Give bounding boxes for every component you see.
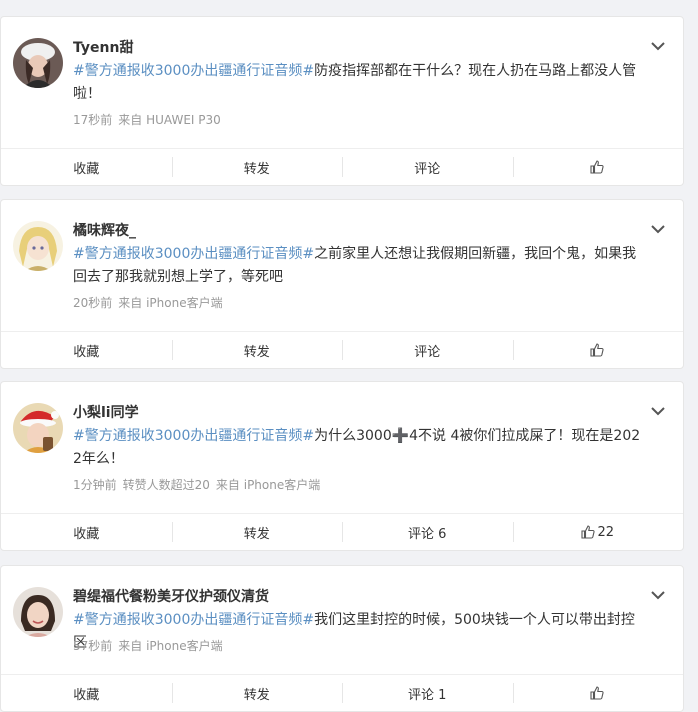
- avatar-anime-blonde-icon: [13, 221, 63, 271]
- comment-button[interactable]: 评论 1: [342, 675, 513, 711]
- action-bar: 收藏 转发 评论 1: [1, 674, 683, 711]
- forward-button[interactable]: 转发: [171, 514, 343, 550]
- avatar-girl-smiling-icon: [13, 587, 63, 637]
- thumbs-up-icon: [590, 686, 604, 700]
- username[interactable]: Tyenn甜: [73, 37, 133, 57]
- action-bar: 收藏 转发 评论: [1, 331, 683, 368]
- like-button[interactable]: 22: [512, 514, 684, 550]
- post-card: 橘味辉夜_ #警方通报收3000办出疆通行证音频#之前家里人还想让我假期回新疆，…: [0, 199, 684, 369]
- post-text: #警方通报收3000办出疆通行证音频#防疫指挥部都在干什么？现在人扔在马路上都没…: [73, 60, 645, 106]
- username[interactable]: 碧缇福代餐粉美牙仪护颈仪清货: [73, 586, 269, 606]
- chevron-down-icon[interactable]: [649, 402, 667, 420]
- username[interactable]: 小梨li同学: [73, 402, 139, 422]
- post-card: 碧缇福代餐粉美牙仪护颈仪清货 #警方通报收3000办出疆通行证音频#我们这里封控…: [0, 565, 684, 712]
- post-meta: 1分钟前 转赞人数超过20 来自 iPhone客户端: [73, 476, 326, 493]
- avatar[interactable]: [13, 221, 63, 271]
- avatar-girl-santa-hat-icon: [13, 403, 63, 453]
- post-time[interactable]: 20秒前: [73, 296, 112, 310]
- comment-button[interactable]: 评论 6: [342, 514, 513, 550]
- avatar[interactable]: [13, 587, 63, 637]
- post-text: #警方通报收3000办出疆通行证音频#为什么3000➕4不说 4被你们拉成屎了！…: [73, 425, 645, 471]
- repost-stat: 转赞人数超过20: [122, 478, 210, 492]
- like-button[interactable]: [512, 332, 684, 368]
- post-time[interactable]: 1分钟前: [73, 478, 117, 492]
- post-source: 来自 iPhone客户端: [118, 296, 223, 310]
- forward-button[interactable]: 转发: [171, 332, 343, 368]
- post-meta: 17秒前 来自 HUAWEI P30: [73, 111, 227, 128]
- avatar[interactable]: [13, 38, 63, 88]
- favorite-button[interactable]: 收藏: [1, 149, 172, 185]
- thumbs-up-icon: [590, 160, 604, 174]
- chevron-down-icon[interactable]: [649, 220, 667, 238]
- post-source: 来自 HUAWEI P30: [118, 113, 221, 127]
- weibo-feed: Tyenn甜 #警方通报收3000办出疆通行证音频#防疫指挥部都在干什么？现在人…: [0, 0, 698, 712]
- username[interactable]: 橘味辉夜_: [73, 220, 136, 240]
- action-bar: 收藏 转发 评论: [1, 148, 683, 185]
- thumbs-up-icon: [590, 343, 604, 357]
- comment-button[interactable]: 评论: [342, 149, 513, 185]
- comment-button[interactable]: 评论: [342, 332, 513, 368]
- post-meta: 57秒前 来自 iPhone客户端: [73, 637, 229, 654]
- like-button[interactable]: [512, 149, 684, 185]
- post-time[interactable]: 17秒前: [73, 113, 112, 127]
- chevron-down-icon[interactable]: [649, 586, 667, 604]
- hashtag-link[interactable]: #警方通报收3000办出疆通行证音频#: [73, 428, 314, 444]
- post-meta: 20秒前 来自 iPhone客户端: [73, 294, 229, 311]
- like-button[interactable]: [512, 675, 684, 711]
- like-count: 22: [597, 524, 615, 540]
- forward-button[interactable]: 转发: [171, 675, 343, 711]
- hashtag-link[interactable]: #警方通报收3000办出疆通行证音频#: [73, 246, 314, 262]
- hashtag-link[interactable]: #警方通报收3000办出疆通行证音频#: [73, 63, 314, 79]
- hashtag-link[interactable]: #警方通报收3000办出疆通行证音频#: [73, 612, 314, 628]
- post-time[interactable]: 57秒前: [73, 639, 112, 653]
- post-source: 来自 iPhone客户端: [118, 639, 223, 653]
- chevron-down-icon[interactable]: [649, 37, 667, 55]
- avatar-girl-white-hat-icon: [13, 38, 63, 88]
- favorite-button[interactable]: 收藏: [1, 675, 172, 711]
- post-card: 小梨li同学 #警方通报收3000办出疆通行证音频#为什么3000➕4不说 4被…: [0, 381, 684, 551]
- action-bar: 收藏 转发 评论 6 22: [1, 513, 683, 550]
- favorite-button[interactable]: 收藏: [1, 514, 172, 550]
- post-text: #警方通报收3000办出疆通行证音频#之前家里人还想让我假期回新疆，我回个鬼，如…: [73, 243, 645, 289]
- scrollbar[interactable]: [690, 0, 698, 712]
- post-source: 来自 iPhone客户端: [215, 478, 321, 492]
- post-card: Tyenn甜 #警方通报收3000办出疆通行证音频#防疫指挥部都在干什么？现在人…: [0, 16, 684, 186]
- forward-button[interactable]: 转发: [171, 149, 343, 185]
- thumbs-up-icon: [581, 525, 596, 539]
- avatar[interactable]: [13, 403, 63, 453]
- favorite-button[interactable]: 收藏: [1, 332, 172, 368]
